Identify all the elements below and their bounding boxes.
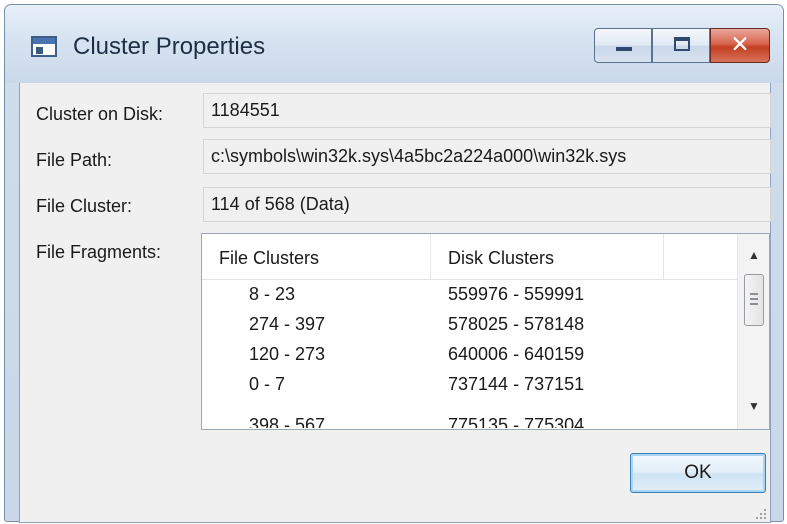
minimize-button[interactable] (594, 28, 652, 63)
close-button[interactable]: ✕ (710, 28, 770, 63)
file-cluster-label: File Cluster: (36, 196, 133, 216)
disk-clusters-cell: 559976 - 559991 (448, 284, 585, 304)
table-row[interactable]: 120 - 273 640006 - 640159 (202, 340, 737, 370)
vertical-scrollbar[interactable]: ▲ ▼ (737, 234, 769, 429)
table-row[interactable]: 8 - 23 559976 - 559991 (202, 280, 737, 310)
disk-clusters-cell: 578025 - 578148 (448, 314, 585, 334)
cluster-properties-dialog: Cluster Properties ✕ Cluster on Disk: 11… (4, 4, 784, 523)
column-header-disk-clusters[interactable]: Disk Clusters (431, 234, 664, 279)
app-icon-bar (33, 38, 55, 44)
table-row[interactable]: 274 - 397 578025 - 578148 (202, 310, 737, 340)
resize-grip-icon[interactable] (753, 507, 767, 521)
table-row[interactable]: 0 - 7 737144 - 737151 (202, 370, 737, 400)
window-app-icon[interactable] (31, 36, 57, 57)
file-clusters-cell: 0 - 7 (249, 374, 286, 394)
cluster-on-disk-label: Cluster on Disk: (36, 104, 164, 124)
file-path-field[interactable]: c:\symbols\win32k.sys\4a5bc2a224a000\win… (203, 139, 771, 174)
file-fragments-label: File Fragments: (36, 242, 162, 262)
list-header: File Clusters Disk Clusters (202, 234, 737, 280)
column-header-empty[interactable] (664, 234, 737, 279)
app-icon-block (36, 47, 43, 54)
file-clusters-cell: 120 - 273 (249, 344, 326, 364)
scroll-down-arrow-icon[interactable]: ▼ (738, 391, 769, 421)
title-bar[interactable]: Cluster Properties ✕ (5, 5, 783, 83)
close-icon: ✕ (730, 32, 750, 58)
list-rows: 8 - 23 559976 - 559991 274 - 397 578025 … (202, 280, 737, 428)
scrollbar-thumb[interactable] (744, 274, 764, 326)
column-header-file-clusters[interactable]: File Clusters (202, 234, 431, 279)
disk-clusters-cell: 640006 - 640159 (448, 344, 585, 364)
window-title: Cluster Properties (73, 33, 266, 60)
maximize-icon (674, 37, 690, 51)
scroll-up-arrow-icon[interactable]: ▲ (738, 240, 769, 270)
ok-button[interactable]: OK (630, 453, 766, 493)
file-cluster-field[interactable]: 114 of 568 (Data) (203, 187, 771, 222)
file-clusters-cell: 398 - 567 (249, 415, 326, 428)
cluster-on-disk-field[interactable]: 1184551 (203, 93, 771, 128)
file-clusters-cell: 8 - 23 (249, 284, 296, 304)
thumb-grip-line (750, 303, 758, 305)
file-fragments-list[interactable]: File Clusters Disk Clusters 8 - 23 55997… (201, 233, 770, 430)
table-row[interactable]: 398 - 567 775135 - 775304 (202, 411, 737, 428)
disk-clusters-cell: 737144 - 737151 (448, 374, 585, 394)
file-path-label: File Path: (36, 150, 113, 170)
minimize-icon (616, 47, 632, 51)
thumb-grip-line (750, 298, 758, 300)
dialog-client-area: Cluster on Disk: 1184551 File Path: c:\s… (19, 83, 771, 523)
maximize-button[interactable] (652, 28, 710, 63)
disk-clusters-cell: 775135 - 775304 (448, 415, 585, 428)
file-clusters-cell: 274 - 397 (249, 314, 326, 334)
thumb-grip-line (750, 293, 758, 295)
